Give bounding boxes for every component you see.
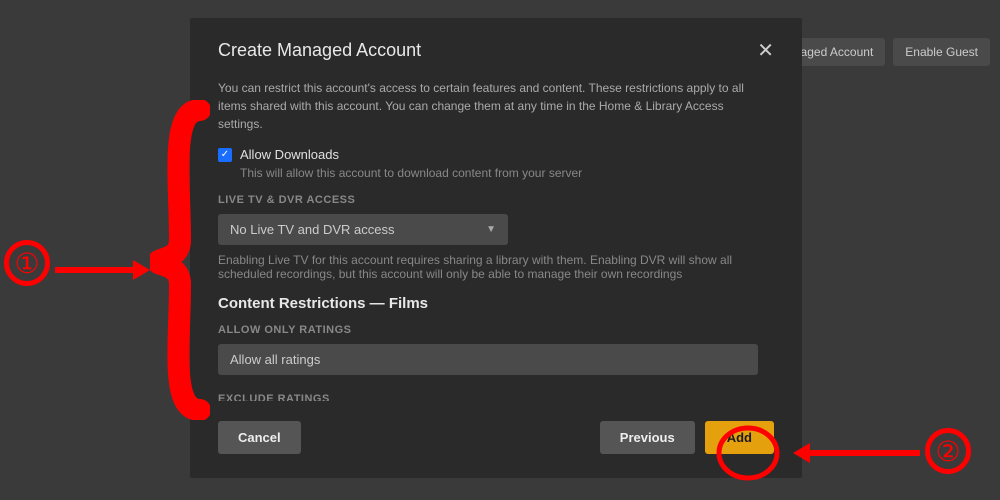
- allow-ratings-label: ALLOW ONLY RATINGS: [218, 324, 758, 336]
- allow-downloads-row[interactable]: ✓ Allow Downloads: [218, 147, 758, 162]
- previous-button[interactable]: Previous: [600, 421, 695, 454]
- modal-body: You can restrict this account's access t…: [190, 79, 802, 401]
- modal-footer: Cancel Previous Add: [190, 401, 802, 478]
- annotation-number-1: ①: [4, 240, 50, 286]
- live-tv-dropdown[interactable]: No Live TV and DVR access ▼: [218, 214, 508, 245]
- exclude-ratings-label: EXCLUDE RATINGS: [218, 393, 758, 401]
- content-restrictions-heading: Content Restrictions — Films: [218, 295, 758, 312]
- enable-guest-button[interactable]: Enable Guest: [893, 38, 990, 66]
- annotation-arrow-2: [790, 441, 920, 470]
- allow-downloads-help: This will allow this account to download…: [240, 166, 758, 180]
- add-button[interactable]: Add: [705, 421, 774, 454]
- allow-ratings-dropdown[interactable]: Allow all ratings: [218, 344, 758, 375]
- close-icon[interactable]: ✕: [757, 41, 774, 61]
- allow-downloads-checkbox[interactable]: ✓: [218, 148, 232, 162]
- live-tv-dropdown-value: No Live TV and DVR access: [230, 222, 395, 237]
- annotation-number-2: ②: [925, 428, 971, 474]
- cancel-button[interactable]: Cancel: [218, 421, 301, 454]
- live-tv-section-label: LIVE TV & DVR ACCESS: [218, 194, 758, 206]
- live-tv-help: Enabling Live TV for this account requir…: [218, 253, 758, 281]
- background-header-buttons: Managed Account Enable Guest: [777, 38, 990, 66]
- modal-title: Create Managed Account: [218, 40, 421, 61]
- allow-downloads-label: Allow Downloads: [240, 147, 339, 162]
- annotation-arrow-1: [55, 258, 145, 282]
- chevron-down-icon: ▼: [486, 224, 496, 235]
- allow-ratings-value: Allow all ratings: [230, 352, 320, 367]
- create-managed-account-modal: Create Managed Account ✕ You can restric…: [190, 18, 802, 478]
- modal-header: Create Managed Account ✕: [190, 18, 802, 79]
- modal-scroll-area[interactable]: You can restrict this account's access t…: [218, 79, 774, 401]
- intro-text: You can restrict this account's access t…: [218, 79, 758, 133]
